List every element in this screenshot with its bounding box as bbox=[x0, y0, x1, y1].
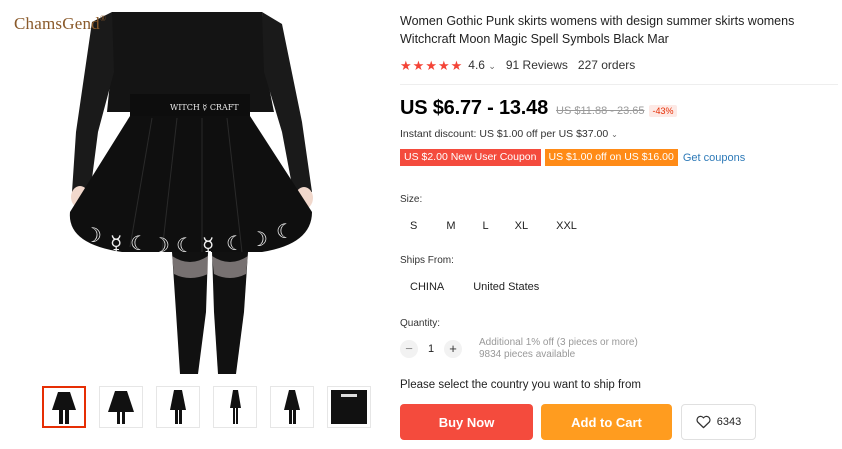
quantity-note: Additional 1% off (3 pieces or more) 983… bbox=[479, 337, 638, 361]
star-icon: ★ bbox=[400, 57, 412, 73]
store-coupon[interactable]: US $1.00 off on US $16.00 bbox=[544, 149, 678, 166]
buy-now-button[interactable]: Buy Now bbox=[400, 404, 533, 440]
product-info: Women Gothic Punk skirts womens with des… bbox=[400, 12, 838, 440]
action-buttons: Buy Now Add to Cart 6343 bbox=[400, 404, 838, 440]
brand-logo: ChamsGend® bbox=[14, 14, 106, 34]
star-icon: ★ bbox=[450, 57, 463, 73]
size-option-l[interactable]: L bbox=[483, 216, 489, 236]
price-row: US $6.77 - 13.48 US $11.88 - 23.65 -43% bbox=[400, 97, 838, 120]
thumbnail-image bbox=[284, 390, 300, 424]
ships-from-label: Ships From: bbox=[400, 255, 454, 266]
thumbnail-image bbox=[52, 392, 76, 424]
wishlist-count: 6343 bbox=[716, 416, 742, 428]
svg-text:☾: ☾ bbox=[226, 231, 244, 255]
star-icon: ★ bbox=[412, 57, 425, 73]
rating-number: 4.6 bbox=[468, 58, 485, 72]
chevron-down-icon: ⌄ bbox=[488, 61, 496, 71]
quantity-stepper: − 1 + Additional 1% off (3 pieces or mor… bbox=[400, 337, 838, 361]
reviews-link[interactable]: 91 Reviews bbox=[506, 58, 568, 72]
add-to-cart-button[interactable]: Add to Cart bbox=[541, 404, 672, 440]
discount-badge: -43% bbox=[649, 105, 677, 117]
heart-icon bbox=[696, 415, 711, 429]
thumbnail[interactable] bbox=[327, 386, 371, 428]
thumbnail-image bbox=[331, 390, 367, 424]
star-icon: ★ bbox=[425, 57, 437, 73]
rating-value[interactable]: 4.6 ⌄ bbox=[468, 58, 496, 72]
rating-stars[interactable]: ★ ★ ★ ★ ★ bbox=[400, 59, 462, 72]
wishlist-button[interactable]: 6343 bbox=[681, 404, 756, 440]
star-icon: ★ bbox=[437, 57, 450, 73]
quantity-input[interactable]: 1 bbox=[418, 343, 444, 355]
main-product-image[interactable]: WITCH ☿ CRAFT ☽ ☿ ☾ ☽ ☾ ☿ ☾ ☽ ☾ ChamsGen… bbox=[12, 12, 350, 374]
instant-discount-text: Instant discount: US $1.00 off per US $3… bbox=[400, 128, 609, 140]
thumbnail[interactable] bbox=[99, 386, 143, 428]
quantity-decrease-button[interactable]: − bbox=[400, 340, 418, 358]
size-label: Size: bbox=[400, 194, 423, 205]
ships-from-options: CHINA United States bbox=[400, 277, 838, 297]
size-option-s[interactable]: S bbox=[410, 216, 417, 236]
get-coupons-link[interactable]: Get coupons bbox=[683, 152, 745, 164]
quantity-increase-button[interactable]: + bbox=[444, 340, 462, 358]
orders-count: 227 orders bbox=[577, 58, 636, 72]
ships-from-united-states[interactable]: United States bbox=[473, 277, 539, 297]
brand-name: ChamsGend bbox=[14, 14, 100, 33]
thumbnail-image bbox=[108, 391, 134, 424]
thumbnail[interactable] bbox=[270, 386, 314, 428]
size-option-m[interactable]: M bbox=[446, 216, 455, 236]
product-photo: WITCH ☿ CRAFT ☽ ☿ ☾ ☽ ☾ ☿ ☾ ☽ ☾ bbox=[12, 12, 350, 374]
ship-country-message: Please select the country you want to sh… bbox=[400, 379, 641, 391]
rating-row: ★ ★ ★ ★ ★ 4.6 ⌄ 91 Reviews 227 orders bbox=[400, 56, 838, 74]
size-options: S M L XL XXL bbox=[400, 216, 838, 236]
size-option-xl[interactable]: XL bbox=[515, 216, 528, 236]
svg-text:☾: ☾ bbox=[276, 219, 294, 243]
coupon-row: US $2.00 New User Coupon US $1.00 off on… bbox=[400, 149, 838, 166]
stock-available: 9834 pieces available bbox=[479, 349, 576, 360]
new-user-coupon[interactable]: US $2.00 New User Coupon bbox=[400, 149, 541, 166]
divider bbox=[400, 84, 838, 85]
thumbnail[interactable] bbox=[213, 386, 257, 428]
thumbnail-image bbox=[230, 390, 241, 424]
thumbnail-strip bbox=[42, 386, 371, 428]
thumbnail[interactable] bbox=[42, 386, 86, 428]
svg-text:WITCH ☿ CRAFT: WITCH ☿ CRAFT bbox=[170, 103, 239, 112]
svg-text:☽: ☽ bbox=[152, 233, 170, 257]
thumbnail[interactable] bbox=[156, 386, 200, 428]
quantity-label: Quantity: bbox=[400, 318, 441, 329]
svg-text:☽: ☽ bbox=[84, 223, 102, 247]
ships-from-china[interactable]: CHINA bbox=[410, 277, 444, 297]
chevron-down-icon: ⌄ bbox=[611, 130, 618, 139]
svg-text:☾: ☾ bbox=[130, 231, 148, 255]
original-price: US $11.88 - 23.65 bbox=[556, 105, 645, 117]
svg-text:☽: ☽ bbox=[250, 227, 268, 251]
thumbnail-image bbox=[170, 390, 186, 424]
instant-discount[interactable]: Instant discount: US $1.00 off per US $3… bbox=[400, 128, 838, 140]
bulk-discount-note: Additional 1% off (3 pieces or more) bbox=[479, 337, 638, 348]
current-price: US $6.77 - 13.48 bbox=[400, 97, 549, 119]
size-option-xxl[interactable]: XXL bbox=[556, 216, 577, 236]
registered-mark: ® bbox=[99, 14, 107, 23]
svg-text:☿: ☿ bbox=[110, 231, 122, 255]
product-title: Women Gothic Punk skirts womens with des… bbox=[400, 14, 795, 46]
